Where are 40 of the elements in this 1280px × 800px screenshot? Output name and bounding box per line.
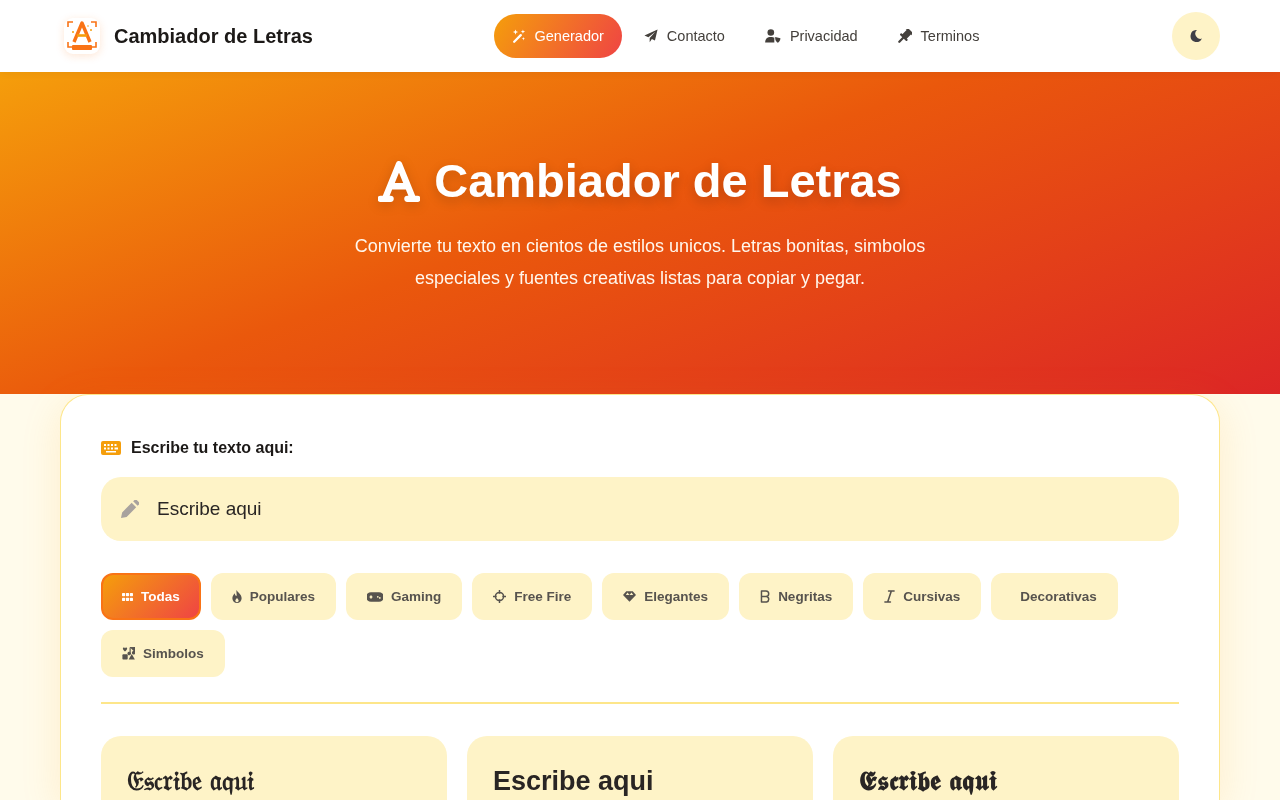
italic-icon xyxy=(884,590,896,603)
hero-subtitle: Convierte tu texto en cientos de estilos unicos. Letras bonitas, simbolos especiales y fuentes creativas listas para copiar y pegar. xyxy=(353,235,927,290)
moon-icon xyxy=(1190,30,1202,42)
category-tab[interactable]: Negritas xyxy=(739,573,854,620)
nav-link[interactable]: Terminos xyxy=(879,14,998,58)
category-tab[interactable]: Gaming xyxy=(346,573,463,620)
site-name: Cambiador de Letras xyxy=(114,24,313,48)
style-card[interactable]: Escribe aqui xyxy=(467,736,813,800)
font-icon xyxy=(378,159,421,203)
bold-icon xyxy=(760,590,771,603)
keyboard-icon xyxy=(101,441,121,455)
magic-wand-icon xyxy=(511,29,526,43)
gamepad-icon xyxy=(367,591,384,602)
paper-plane-icon xyxy=(643,29,658,43)
style-card[interactable]: 𝔈𝔰𝔠𝔯𝔦𝔟𝔢 𝔞𝔮𝔲𝔦 xyxy=(101,736,447,800)
theme-toggle-button[interactable] xyxy=(1172,12,1220,60)
styled-text: Escribe aqui xyxy=(493,765,654,798)
style-card[interactable]: 𝕰𝖘𝖈𝖗𝖎𝖇𝖊 𝖆𝖖𝖚𝖎 xyxy=(833,736,1179,800)
category-tab[interactable]: Simbolos xyxy=(101,630,225,677)
gem-icon xyxy=(623,591,637,602)
hero-title: Cambiador de Letras xyxy=(434,153,902,209)
styled-text: 𝔈𝔰𝔠𝔯𝔦𝔟𝔢 𝔞𝔮𝔲𝔦 xyxy=(127,765,254,798)
styled-text: 𝕰𝖘𝖈𝖗𝖎𝖇𝖊 𝖆𝖖𝖚𝖎 xyxy=(859,765,997,798)
user-shield-icon xyxy=(764,29,781,43)
category-tab[interactable]: Cursivas xyxy=(863,573,982,620)
flame-icon xyxy=(231,590,242,603)
logo-icon xyxy=(64,18,100,54)
category-tab[interactable]: Elegantes xyxy=(602,573,730,620)
pencil-icon xyxy=(121,500,139,518)
text-input[interactable]: Escribe aqui xyxy=(101,477,1179,541)
category-tab[interactable]: Free Fire xyxy=(472,573,593,620)
nav-link[interactable]: Contacto xyxy=(625,14,743,58)
input-label: Escribe tu texto aqui: xyxy=(131,439,294,457)
gavel-icon xyxy=(897,29,912,43)
crosshairs-icon xyxy=(493,590,507,603)
category-tab[interactable]: Decorativas xyxy=(991,573,1118,620)
grid-icon xyxy=(122,592,133,601)
category-tab[interactable]: Populares xyxy=(210,573,337,620)
nav-link[interactable]: Privacidad xyxy=(746,14,876,58)
shapes-icon xyxy=(122,647,135,660)
